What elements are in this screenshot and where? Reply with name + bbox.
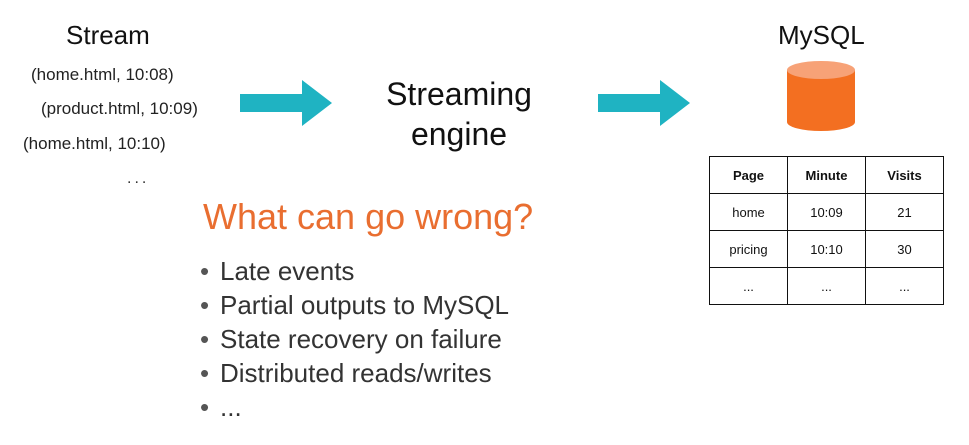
- bullet-dot-icon: •: [200, 256, 210, 286]
- table-cell: ...: [709, 267, 788, 305]
- stream-title: Stream: [66, 20, 150, 50]
- header-visits: Visits: [865, 156, 944, 194]
- mysql-title: MySQL: [778, 20, 865, 50]
- header-page: Page: [709, 156, 788, 194]
- engine-line-1: Streaming: [386, 76, 532, 112]
- bullet-item: • Distributed reads/writes: [200, 356, 509, 390]
- visits-table: Page Minute Visits home 10:09 21 pricing…: [709, 156, 944, 305]
- bullet-text: Partial outputs to MySQL: [220, 290, 510, 320]
- stream-ellipsis: ...: [127, 170, 150, 187]
- header-minute: Minute: [787, 156, 866, 194]
- stream-event: (product.html, 10:09): [41, 99, 198, 118]
- bullet-text: Distributed reads/writes: [220, 358, 492, 388]
- bullet-text: ...: [220, 392, 242, 422]
- table-cell: 30: [865, 230, 944, 268]
- table-cell: ...: [865, 267, 944, 305]
- table-header-row: Page Minute Visits: [709, 156, 944, 194]
- bullet-dot-icon: •: [200, 324, 210, 354]
- table-cell: pricing: [709, 230, 788, 268]
- question-heading: What can go wrong?: [203, 196, 534, 237]
- stream-event: (home.html, 10:10): [23, 134, 166, 153]
- streaming-engine-label: Streaming engine: [374, 74, 544, 154]
- bullet-item: • Late events: [200, 254, 509, 288]
- bullet-item: • State recovery on failure: [200, 322, 509, 356]
- bullet-item: • Partial outputs to MySQL: [200, 288, 509, 322]
- bullet-dot-icon: •: [200, 392, 210, 422]
- arrow-to-engine: [240, 80, 332, 126]
- table-row: pricing 10:10 30: [709, 230, 944, 268]
- bullet-dot-icon: •: [200, 358, 210, 388]
- database-icon: [787, 61, 855, 131]
- arrow-to-mysql: [598, 80, 690, 126]
- table-cell: 10:10: [787, 230, 866, 268]
- bullet-dot-icon: •: [200, 290, 210, 320]
- table-row: ... ... ...: [709, 267, 944, 305]
- table-cell: 21: [865, 193, 944, 231]
- bullet-text: State recovery on failure: [220, 324, 502, 354]
- stream-event: (home.html, 10:08): [31, 65, 174, 84]
- bullet-text: Late events: [220, 256, 355, 286]
- bullet-list: • Late events • Partial outputs to MySQL •…: [200, 254, 509, 424]
- bullet-item: •...: [200, 390, 509, 424]
- table-cell: home: [709, 193, 788, 231]
- engine-line-2: engine: [410, 116, 508, 152]
- table-cell: 10:09: [787, 193, 866, 231]
- table-cell: ...: [787, 267, 866, 305]
- table-row: home 10:09 21: [709, 193, 944, 231]
